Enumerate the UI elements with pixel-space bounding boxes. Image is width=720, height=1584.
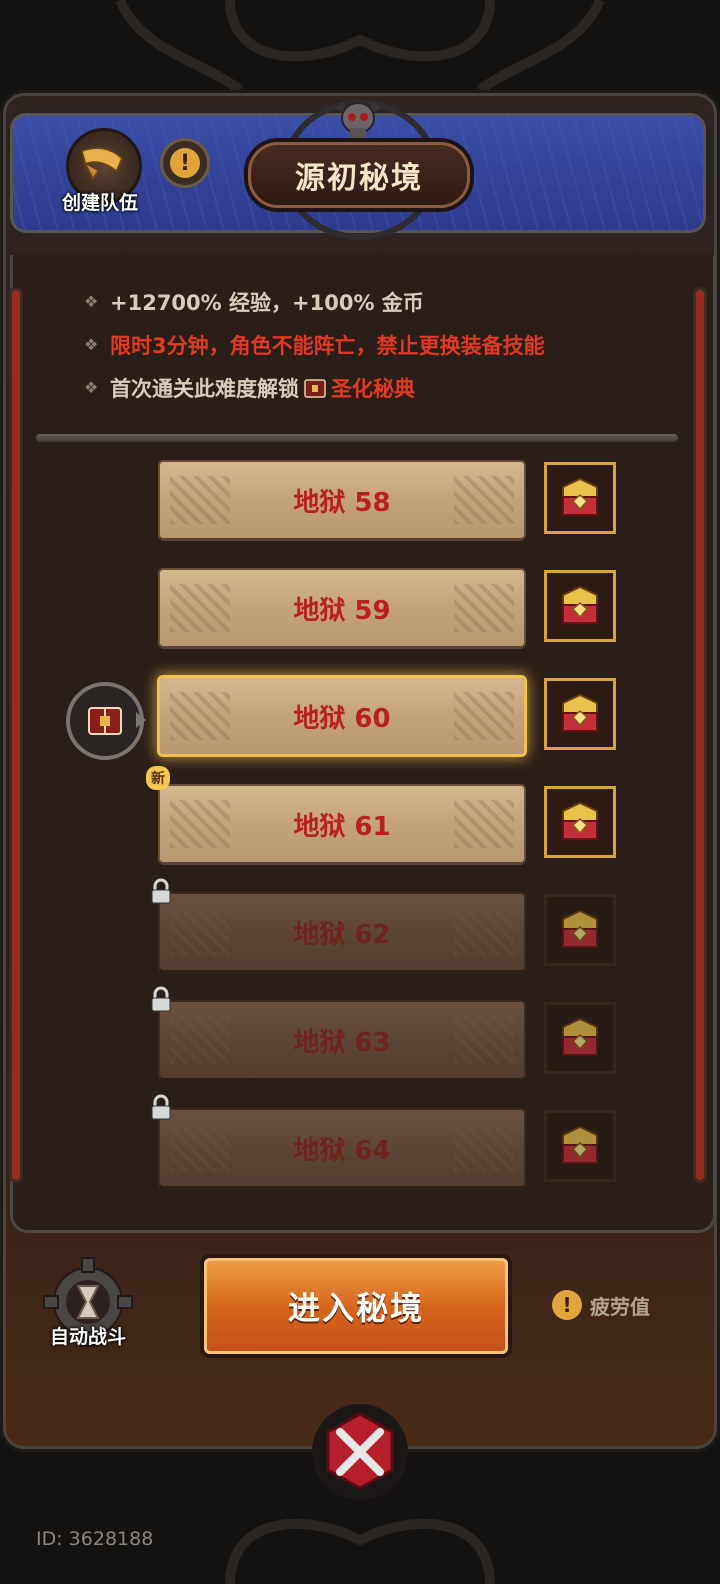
treasure-chest-icon — [562, 1125, 598, 1164]
close-icon[interactable] — [300, 1400, 420, 1500]
fatigue-label: 疲劳值 — [590, 1294, 650, 1319]
book-icon — [304, 378, 326, 398]
treasure-chest-icon — [562, 585, 598, 624]
description-block: ❖ +12700% 经验，+100% 金币 ❖ 限时3分钟，角色不能阵亡，禁止更… — [84, 280, 545, 409]
auto-battle-label: 自动战斗 — [49, 1326, 126, 1348]
reward-chest-button[interactable] — [544, 570, 616, 642]
lock-icon — [151, 1094, 171, 1120]
treasure-chest-icon — [562, 909, 598, 948]
unlock-reward-text: 圣化秘典 — [331, 376, 415, 401]
create-team-button[interactable]: 创建队伍 — [46, 128, 154, 218]
level-label: 地狱 61 — [293, 811, 391, 842]
info-button[interactable]: ! — [160, 138, 210, 188]
treasure-chest-icon — [562, 693, 598, 732]
create-team-label: 创建队伍 — [61, 192, 138, 214]
reward-chest-button[interactable] — [544, 678, 616, 750]
reward-chest-button[interactable] — [544, 1110, 616, 1182]
enter-realm-button[interactable]: 进入秘境 — [204, 1258, 508, 1354]
level-row[interactable]: 地狱 59 — [160, 570, 620, 650]
bullet-icon: ❖ — [84, 292, 99, 311]
warning-text: 限时3分钟，角色不能阵亡，禁止更换装备技能 — [110, 333, 545, 358]
player-id: ID: 3628188 — [36, 1528, 154, 1550]
treasure-chest-icon — [562, 477, 598, 516]
exp-bonus-text: +12700% 经验，+100% 金币 — [110, 290, 424, 315]
reward-chest-button[interactable] — [544, 1002, 616, 1074]
level-button: 地狱 64 — [160, 1110, 524, 1186]
lock-icon — [151, 986, 171, 1012]
treasure-chest-icon — [562, 801, 598, 840]
level-row[interactable]: 地狱 60 — [160, 678, 620, 758]
level-label: 地狱 64 — [293, 1135, 391, 1166]
exp-bonus-line: ❖ +12700% 经验，+100% 金币 — [84, 280, 545, 323]
book-icon — [88, 707, 122, 735]
level-label: 地狱 59 — [293, 595, 391, 626]
right-rail — [696, 290, 704, 1180]
level-button: 地狱 62 — [160, 894, 524, 970]
title-plate: 源初秘境 — [248, 142, 470, 208]
reward-chest-button[interactable] — [544, 786, 616, 858]
bullet-icon: ❖ — [84, 378, 99, 397]
enter-realm-label: 进入秘境 — [287, 1289, 424, 1327]
level-button[interactable]: 地狱 60 — [160, 678, 524, 754]
new-badge: 新 — [146, 766, 170, 790]
left-rail — [12, 290, 20, 1180]
current-level-marker — [66, 682, 146, 760]
level-button[interactable]: 地狱 58 — [160, 462, 524, 538]
level-row[interactable]: 地狱 58 — [160, 462, 620, 542]
level-label: 地狱 60 — [293, 703, 391, 734]
level-label: 地狱 63 — [293, 1027, 391, 1058]
level-row: 地狱 63 — [151, 986, 620, 1082]
alert-icon: ! — [552, 1290, 582, 1320]
unlock-line: ❖ 首次通关此难度解锁 圣化秘典 — [84, 366, 545, 409]
level-button[interactable]: 地狱 61 — [160, 786, 524, 862]
treasure-chest-icon — [562, 1017, 598, 1056]
level-button: 地狱 63 — [160, 1002, 524, 1078]
page-title: 源初秘境 — [295, 161, 423, 196]
unlock-prefix-text: 首次通关此难度解锁 — [110, 376, 299, 401]
info-icon: ! — [170, 148, 200, 178]
level-row: 地狱 64 — [151, 1094, 620, 1190]
skull-icon — [334, 102, 382, 138]
bullet-icon: ❖ — [84, 335, 99, 354]
level-label: 地狱 62 — [293, 919, 391, 950]
divider — [36, 434, 678, 442]
level-button[interactable]: 地狱 59 — [160, 570, 524, 646]
reward-chest-button[interactable] — [544, 894, 616, 966]
level-label: 地狱 58 — [293, 487, 391, 518]
auto-battle-button[interactable]: 自动战斗 — [38, 1256, 138, 1356]
warning-line: ❖ 限时3分钟，角色不能阵亡，禁止更换装备技能 — [84, 323, 545, 366]
level-row: 地狱 62 — [151, 878, 620, 974]
fatigue-indicator[interactable]: ! 疲劳值 — [552, 1290, 650, 1320]
lock-icon — [151, 878, 171, 904]
level-row[interactable]: 地狱 61 新 — [146, 766, 620, 866]
reward-chest-button[interactable] — [544, 462, 616, 534]
